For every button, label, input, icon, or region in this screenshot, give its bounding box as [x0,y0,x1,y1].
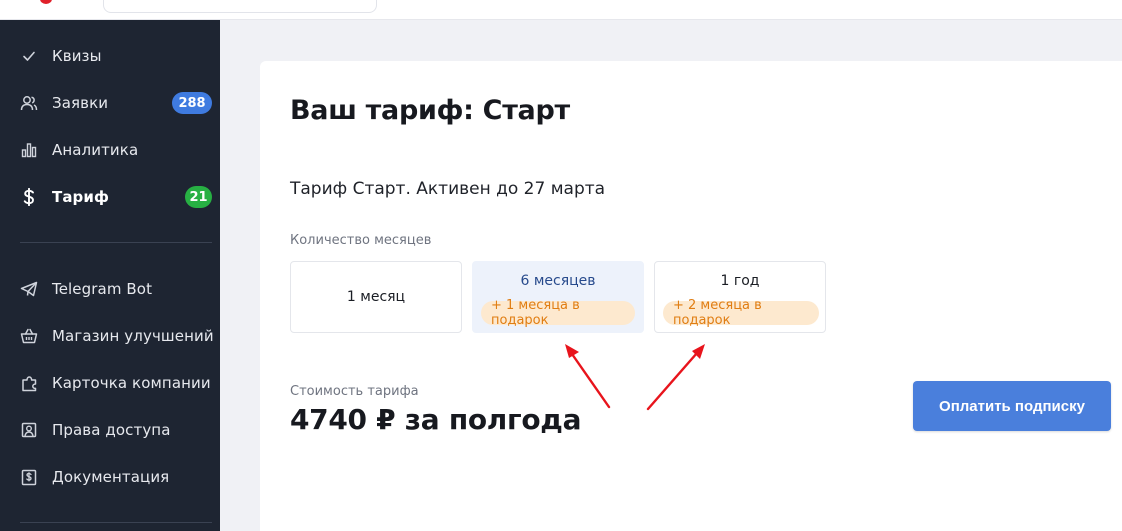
sidebar-item-label: Тариф [52,188,109,206]
sidebar-item-company-card[interactable]: Карточка компании [0,365,220,401]
bar-chart-icon [20,141,38,159]
user-badge-icon [20,421,38,439]
sidebar-item-label: Документация [52,468,170,486]
months-label: Количество месяцев [290,233,432,248]
sidebar-divider [20,242,212,243]
sidebar-item-requests[interactable]: Заявки 288 [0,85,220,121]
plan-option-6-months[interactable]: 6 месяцев + 1 месяца в подарок [472,261,644,333]
gift-badge: + 2 месяца в подарок [663,298,819,328]
tariff-status: Тариф Старт. Активен до 27 марта [290,179,606,199]
page-title: Ваш тариф: Старт [290,95,570,126]
sidebar-item-label: Telegram Bot [52,280,153,298]
sidebar-item-quizzes[interactable]: Квизы [0,38,220,74]
sidebar-item-label: Права доступа [52,421,171,439]
plan-option-1-year[interactable]: 1 год + 2 месяца в подарок [654,261,826,333]
dollar-icon [20,188,38,206]
puzzle-icon [20,374,38,392]
sidebar-item-label: Заявки [52,94,109,112]
sidebar-item-telegram-bot[interactable]: Telegram Bot [0,271,220,307]
top-bar [0,0,1122,20]
sidebar-item-label: Магазин улучшений [52,327,214,345]
sidebar-item-label: Аналитика [52,141,139,159]
requests-count-badge: 288 [172,92,212,114]
check-icon [20,47,38,65]
sidebar-item-access-rights[interactable]: Права доступа [0,412,220,448]
plan-name: 1 год [720,273,760,289]
tariff-count-badge: 21 [185,186,212,208]
tariff-card: Ваш тариф: Старт Тариф Старт. Активен до… [260,61,1122,531]
plan-option-1-month[interactable]: 1 месяц [290,261,462,333]
sidebar: Квизы Заявки 288 Аналитика Тариф 21 Tele… [0,20,220,531]
basket-icon [20,327,38,345]
pay-subscription-button[interactable]: Оплатить подписку [913,381,1111,431]
plan-name: 1 месяц [346,289,406,305]
paper-plane-icon [20,280,38,298]
sidebar-item-tariff[interactable]: Тариф 21 [0,179,220,215]
sidebar-item-analytics[interactable]: Аналитика [0,132,220,168]
document-dollar-icon [20,468,38,486]
cost-value: 4740 ₽ за полгода [290,403,582,436]
plan-name: 6 месяцев [520,273,596,289]
logo[interactable] [40,0,52,4]
search-input[interactable] [103,0,377,13]
users-icon [20,94,38,112]
sidebar-item-label: Карточка компании [52,374,211,392]
sidebar-divider [20,522,212,523]
sidebar-item-label: Квизы [52,47,102,65]
sidebar-item-upgrades-shop[interactable]: Магазин улучшений [0,318,220,354]
cost-label: Стоимость тарифа [290,384,419,399]
sidebar-item-documentation[interactable]: Документация [0,459,220,495]
gift-badge: + 1 месяца в подарок [481,298,635,328]
